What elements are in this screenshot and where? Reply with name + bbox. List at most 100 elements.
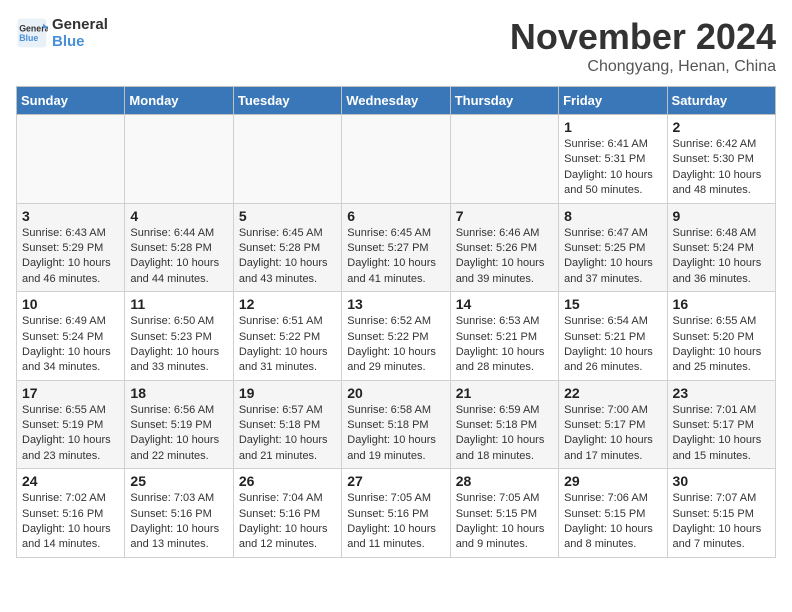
logo-icon: General Blue bbox=[16, 17, 48, 49]
day-number: 15 bbox=[564, 296, 661, 312]
day-info: Sunrise: 6:42 AM Sunset: 5:30 PM Dayligh… bbox=[673, 137, 770, 199]
day-number: 4 bbox=[130, 208, 227, 224]
day-number: 22 bbox=[564, 385, 661, 401]
day-info: Sunrise: 6:57 AM Sunset: 5:18 PM Dayligh… bbox=[239, 403, 336, 465]
day-info: Sunrise: 7:03 AM Sunset: 5:16 PM Dayligh… bbox=[130, 491, 227, 553]
calendar-cell: 10 Sunrise: 6:49 AM Sunset: 5:24 PM Dayli… bbox=[17, 292, 125, 381]
weekday-header: Tuesday bbox=[233, 87, 341, 115]
day-number: 29 bbox=[564, 473, 661, 489]
day-info: Sunrise: 6:59 AM Sunset: 5:18 PM Dayligh… bbox=[456, 403, 553, 465]
calendar-cell bbox=[17, 115, 125, 204]
calendar-cell: 23 Sunrise: 7:01 AM Sunset: 5:17 PM Dayli… bbox=[667, 380, 775, 469]
day-info: Sunrise: 6:51 AM Sunset: 5:22 PM Dayligh… bbox=[239, 314, 336, 376]
day-info: Sunrise: 6:55 AM Sunset: 5:20 PM Dayligh… bbox=[673, 314, 770, 376]
calendar-cell: 22 Sunrise: 7:00 AM Sunset: 5:17 PM Dayli… bbox=[559, 380, 667, 469]
calendar-cell: 25Sunrise: 7:03 AM Sunset: 5:16 PM Dayli… bbox=[125, 469, 233, 558]
day-info: Sunrise: 7:01 AM Sunset: 5:17 PM Dayligh… bbox=[673, 403, 770, 465]
day-number: 27 bbox=[347, 473, 444, 489]
day-info: Sunrise: 6:55 AM Sunset: 5:19 PM Dayligh… bbox=[22, 403, 119, 465]
day-info: Sunrise: 6:52 AM Sunset: 5:22 PM Dayligh… bbox=[347, 314, 444, 376]
day-info: Sunrise: 6:58 AM Sunset: 5:18 PM Dayligh… bbox=[347, 403, 444, 465]
day-info: Sunrise: 7:06 AM Sunset: 5:15 PM Dayligh… bbox=[564, 491, 661, 553]
calendar-header-row: SundayMondayTuesdayWednesdayThursdayFrid… bbox=[17, 87, 776, 115]
day-info: Sunrise: 6:45 AM Sunset: 5:28 PM Dayligh… bbox=[239, 226, 336, 288]
calendar-cell: 5 Sunrise: 6:45 AM Sunset: 5:28 PM Daylig… bbox=[233, 203, 341, 292]
calendar-cell: 11Sunrise: 6:50 AM Sunset: 5:23 PM Dayli… bbox=[125, 292, 233, 381]
logo-text-line1: General bbox=[52, 16, 108, 33]
calendar-cell: 20Sunrise: 6:58 AM Sunset: 5:18 PM Dayli… bbox=[342, 380, 450, 469]
day-number: 5 bbox=[239, 208, 336, 224]
weekday-header: Wednesday bbox=[342, 87, 450, 115]
day-number: 18 bbox=[130, 385, 227, 401]
calendar-cell: 3Sunrise: 6:43 AM Sunset: 5:29 PM Daylig… bbox=[17, 203, 125, 292]
day-number: 21 bbox=[456, 385, 553, 401]
day-info: Sunrise: 7:05 AM Sunset: 5:15 PM Dayligh… bbox=[456, 491, 553, 553]
day-number: 30 bbox=[673, 473, 770, 489]
day-number: 24 bbox=[22, 473, 119, 489]
calendar-cell: 7Sunrise: 6:46 AM Sunset: 5:26 PM Daylig… bbox=[450, 203, 558, 292]
calendar-cell: 28 Sunrise: 7:05 AM Sunset: 5:15 PM Dayli… bbox=[450, 469, 558, 558]
day-info: Sunrise: 7:07 AM Sunset: 5:15 PM Dayligh… bbox=[673, 491, 770, 553]
calendar-cell: 4 Sunrise: 6:44 AM Sunset: 5:28 PM Daylig… bbox=[125, 203, 233, 292]
day-number: 2 bbox=[673, 119, 770, 135]
day-number: 12 bbox=[239, 296, 336, 312]
calendar-cell: 13Sunrise: 6:52 AM Sunset: 5:22 PM Dayli… bbox=[342, 292, 450, 381]
calendar-cell: 30 Sunrise: 7:07 AM Sunset: 5:15 PM Dayli… bbox=[667, 469, 775, 558]
day-info: Sunrise: 6:47 AM Sunset: 5:25 PM Dayligh… bbox=[564, 226, 661, 288]
calendar-cell: 29 Sunrise: 7:06 AM Sunset: 5:15 PM Dayli… bbox=[559, 469, 667, 558]
day-info: Sunrise: 6:49 AM Sunset: 5:24 PM Dayligh… bbox=[22, 314, 119, 376]
day-info: Sunrise: 6:44 AM Sunset: 5:28 PM Dayligh… bbox=[130, 226, 227, 288]
day-number: 23 bbox=[673, 385, 770, 401]
svg-text:Blue: Blue bbox=[19, 33, 38, 43]
day-info: Sunrise: 6:56 AM Sunset: 5:19 PM Dayligh… bbox=[130, 403, 227, 465]
month-title: November 2024 bbox=[510, 16, 776, 58]
calendar-cell: 1 Sunrise: 6:41 AM Sunset: 5:31 PM Daylig… bbox=[559, 115, 667, 204]
day-number: 10 bbox=[22, 296, 119, 312]
calendar-cell: 19Sunrise: 6:57 AM Sunset: 5:18 PM Dayli… bbox=[233, 380, 341, 469]
day-info: Sunrise: 7:05 AM Sunset: 5:16 PM Dayligh… bbox=[347, 491, 444, 553]
day-number: 14 bbox=[456, 296, 553, 312]
weekday-header: Monday bbox=[125, 87, 233, 115]
calendar-week-row: 10 Sunrise: 6:49 AM Sunset: 5:24 PM Dayli… bbox=[17, 292, 776, 381]
day-info: Sunrise: 7:04 AM Sunset: 5:16 PM Dayligh… bbox=[239, 491, 336, 553]
weekday-header: Sunday bbox=[17, 87, 125, 115]
day-number: 28 bbox=[456, 473, 553, 489]
calendar-cell: 6Sunrise: 6:45 AM Sunset: 5:27 PM Daylig… bbox=[342, 203, 450, 292]
calendar-cell: 12 Sunrise: 6:51 AM Sunset: 5:22 PM Dayli… bbox=[233, 292, 341, 381]
day-number: 7 bbox=[456, 208, 553, 224]
day-number: 17 bbox=[22, 385, 119, 401]
day-number: 16 bbox=[673, 296, 770, 312]
day-info: Sunrise: 6:48 AM Sunset: 5:24 PM Dayligh… bbox=[673, 226, 770, 288]
weekday-header: Friday bbox=[559, 87, 667, 115]
calendar-cell: 8Sunrise: 6:47 AM Sunset: 5:25 PM Daylig… bbox=[559, 203, 667, 292]
calendar-week-row: 1 Sunrise: 6:41 AM Sunset: 5:31 PM Daylig… bbox=[17, 115, 776, 204]
day-number: 1 bbox=[564, 119, 661, 135]
calendar-cell: 16 Sunrise: 6:55 AM Sunset: 5:20 PM Dayli… bbox=[667, 292, 775, 381]
calendar-cell: 24 Sunrise: 7:02 AM Sunset: 5:16 PM Dayli… bbox=[17, 469, 125, 558]
calendar-cell: 18 Sunrise: 6:56 AM Sunset: 5:19 PM Dayli… bbox=[125, 380, 233, 469]
calendar-cell: 21 Sunrise: 6:59 AM Sunset: 5:18 PM Dayli… bbox=[450, 380, 558, 469]
logo-text-line2: Blue bbox=[52, 33, 108, 50]
calendar-week-row: 3Sunrise: 6:43 AM Sunset: 5:29 PM Daylig… bbox=[17, 203, 776, 292]
day-info: Sunrise: 6:41 AM Sunset: 5:31 PM Dayligh… bbox=[564, 137, 661, 199]
day-number: 26 bbox=[239, 473, 336, 489]
calendar-table: SundayMondayTuesdayWednesdayThursdayFrid… bbox=[16, 86, 776, 558]
calendar-cell: 26 Sunrise: 7:04 AM Sunset: 5:16 PM Dayli… bbox=[233, 469, 341, 558]
calendar-cell bbox=[342, 115, 450, 204]
logo: General Blue General Blue bbox=[16, 16, 108, 50]
calendar-cell: 14 Sunrise: 6:53 AM Sunset: 5:21 PM Dayli… bbox=[450, 292, 558, 381]
day-number: 9 bbox=[673, 208, 770, 224]
calendar-cell: 15 Sunrise: 6:54 AM Sunset: 5:21 PM Dayli… bbox=[559, 292, 667, 381]
weekday-header: Saturday bbox=[667, 87, 775, 115]
day-info: Sunrise: 7:02 AM Sunset: 5:16 PM Dayligh… bbox=[22, 491, 119, 553]
title-block: November 2024 Chongyang, Henan, China bbox=[510, 16, 776, 76]
day-info: Sunrise: 6:54 AM Sunset: 5:21 PM Dayligh… bbox=[564, 314, 661, 376]
day-info: Sunrise: 6:53 AM Sunset: 5:21 PM Dayligh… bbox=[456, 314, 553, 376]
calendar-cell bbox=[450, 115, 558, 204]
header: General Blue General Blue November 2024 … bbox=[16, 16, 776, 76]
calendar-cell: 2 Sunrise: 6:42 AM Sunset: 5:30 PM Daylig… bbox=[667, 115, 775, 204]
day-info: Sunrise: 7:00 AM Sunset: 5:17 PM Dayligh… bbox=[564, 403, 661, 465]
calendar-week-row: 17 Sunrise: 6:55 AM Sunset: 5:19 PM Dayli… bbox=[17, 380, 776, 469]
location-title: Chongyang, Henan, China bbox=[510, 58, 776, 76]
day-number: 11 bbox=[130, 296, 227, 312]
